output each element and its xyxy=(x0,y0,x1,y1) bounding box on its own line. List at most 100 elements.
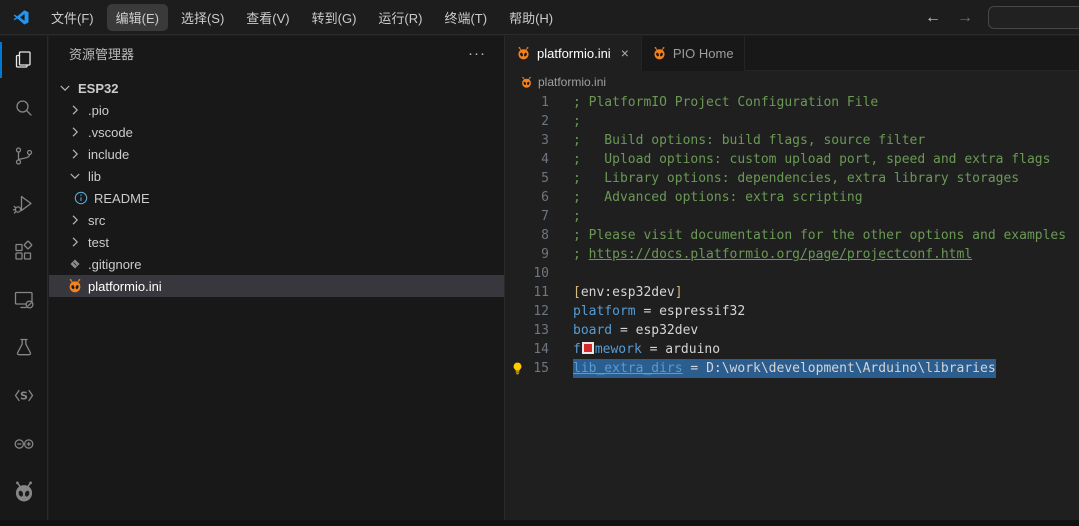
code-segment: mework xyxy=(595,342,642,357)
menu-item-5[interactable]: 运行(R) xyxy=(369,4,431,31)
gutter: 2 xyxy=(506,112,573,131)
tree-item-src[interactable]: src xyxy=(49,209,504,231)
tree-item-readme[interactable]: README xyxy=(49,187,504,209)
bulb-slot-empty xyxy=(510,114,528,130)
code-text[interactable]: ; https://docs.platformio.org/page/proje… xyxy=(573,245,972,264)
menu-item-7[interactable]: 帮助(H) xyxy=(500,4,562,31)
code-line-9[interactable]: 9; https://docs.platformio.org/page/proj… xyxy=(506,245,1079,264)
menu-item-2[interactable]: 选择(S) xyxy=(172,4,233,31)
bulb-slot-empty xyxy=(510,95,528,111)
tree-item-label: .gitignore xyxy=(88,257,141,272)
platformio-icon[interactable] xyxy=(0,468,48,516)
lightbulb-icon[interactable] xyxy=(510,361,528,377)
code-text[interactable]: ; Library options: dependencies, extra l… xyxy=(573,169,1019,188)
code-segment: ] xyxy=(675,285,683,300)
run-debug-icon[interactable] xyxy=(0,180,48,228)
line-number: 15 xyxy=(528,359,549,378)
tab-pio-home[interactable]: PIO Home xyxy=(642,36,745,71)
s-brackets-icon[interactable]: S xyxy=(0,372,48,420)
tree-item-vscode[interactable]: .vscode xyxy=(49,121,504,143)
code-text[interactable]: ; Build options: build flags, source fil… xyxy=(573,131,925,150)
bulb-slot-empty xyxy=(510,266,528,282)
code-text[interactable]: [env:esp32dev] xyxy=(573,283,683,302)
search-icon[interactable] xyxy=(0,84,48,132)
title-bar: 文件(F)编辑(E)选择(S)查看(V)转到(G)运行(R)终端(T)帮助(H)… xyxy=(0,0,1079,35)
menu-item-4[interactable]: 转到(G) xyxy=(303,4,366,31)
arduino-icon[interactable] xyxy=(0,420,48,468)
code-segment: platform xyxy=(573,304,636,319)
tree-item-esp32[interactable]: ESP32 xyxy=(49,77,504,99)
code-line-5[interactable]: 5; Library options: dependencies, extra … xyxy=(506,169,1079,188)
line-number: 7 xyxy=(528,207,549,226)
code-line-12[interactable]: 12 platform = espressif32 xyxy=(506,302,1079,321)
gutter: 14 xyxy=(506,340,573,359)
code-line-11[interactable]: 11 [env:esp32dev] xyxy=(506,283,1079,302)
line-number: 13 xyxy=(528,321,549,340)
code-text[interactable]: platform = espressif32 xyxy=(573,302,745,321)
menu-item-6[interactable]: 终端(T) xyxy=(435,4,496,31)
chevron-down-icon xyxy=(57,80,73,96)
tree-item-gitignore[interactable]: .gitignore xyxy=(49,253,504,275)
code-segment: ; Build options: build flags, source fil… xyxy=(573,133,925,148)
more-actions-icon[interactable]: ··· xyxy=(462,45,492,62)
code-line-4[interactable]: 4 ; Upload options: custom upload port, s… xyxy=(506,150,1079,169)
menu-bar: 文件(F)编辑(E)选择(S)查看(V)转到(G)运行(R)终端(T)帮助(H) xyxy=(40,0,564,34)
bulb-slot-empty xyxy=(510,209,528,225)
code-line-7[interactable]: 7; xyxy=(506,207,1079,226)
code-text[interactable]: lib_extra_dirs = D:\work\development\Ard… xyxy=(573,359,996,378)
tree-item-platformioini[interactable]: platformio.ini xyxy=(49,275,504,297)
tab-platformio-ini[interactable]: platformio.ini× xyxy=(506,36,642,71)
code-segment: = xyxy=(683,361,706,376)
vscode-logo-icon xyxy=(12,8,30,26)
test-beaker-icon[interactable] xyxy=(0,324,48,372)
extensions-icon[interactable] xyxy=(0,228,48,276)
git-diamond-icon xyxy=(67,256,83,272)
source-control-icon[interactable] xyxy=(0,132,48,180)
code-text[interactable]: ; xyxy=(573,207,581,226)
code-text[interactable]: ; Please visit documentation for the oth… xyxy=(573,226,1066,245)
forward-arrow-icon[interactable]: → xyxy=(957,9,973,27)
menu-item-3[interactable]: 查看(V) xyxy=(237,4,298,31)
menu-item-1[interactable]: 编辑(E) xyxy=(107,4,168,31)
code-text[interactable]: ; xyxy=(573,112,581,131)
chevron-right-icon xyxy=(67,102,83,118)
tree-item-include[interactable]: include xyxy=(49,143,504,165)
code-line-1[interactable]: 1; PlatformIO Project Configuration File xyxy=(506,93,1079,112)
tree-item-test[interactable]: test xyxy=(49,231,504,253)
code-segment: ; xyxy=(573,114,581,129)
tree-item-pio[interactable]: .pio xyxy=(49,99,504,121)
code-line-8[interactable]: 8; Please visit documentation for the ot… xyxy=(506,226,1079,245)
code-segment: https://docs.platformio.org/page/project… xyxy=(589,247,973,262)
code-line-15[interactable]: 15 lib_extra_dirs = D:\work\development\A… xyxy=(506,359,1079,378)
gutter: 6 xyxy=(506,188,573,207)
file-tree: ESP32.pio.vscodeincludelibREADME src test.… xyxy=(49,77,504,297)
tree-item-lib[interactable]: lib xyxy=(49,165,504,187)
files-icon[interactable] xyxy=(0,36,48,84)
code-line-10[interactable]: 10 xyxy=(506,264,1079,283)
menu-item-0[interactable]: 文件(F) xyxy=(42,4,103,31)
code-text[interactable]: ; Upload options: custom upload port, sp… xyxy=(573,150,1050,169)
line-number: 2 xyxy=(528,112,549,131)
code-text[interactable]: fmework = arduino xyxy=(573,340,720,359)
code-line-6[interactable]: 6; Advanced options: extra scripting xyxy=(506,188,1079,207)
close-icon[interactable]: × xyxy=(619,45,631,61)
code-text[interactable]: ; PlatformIO Project Configuration File xyxy=(573,93,878,112)
code-line-13[interactable]: 13 board = esp32dev xyxy=(506,321,1079,340)
line-number: 11 xyxy=(528,283,549,302)
remote-explorer-icon[interactable] xyxy=(0,276,48,324)
command-center-search-input[interactable] xyxy=(988,6,1079,29)
code-editor[interactable]: 1; PlatformIO Project Configuration File… xyxy=(506,93,1079,378)
code-text[interactable]: ; Advanced options: extra scripting xyxy=(573,188,863,207)
code-line-14[interactable]: 14 fmework = arduino xyxy=(506,340,1079,359)
code-line-3[interactable]: 3; Build options: build flags, source fi… xyxy=(506,131,1079,150)
code-text[interactable]: board = esp32dev xyxy=(573,321,698,340)
code-line-2[interactable]: 2; xyxy=(506,112,1079,131)
line-number: 4 xyxy=(528,150,549,169)
code-segment: ; Upload options: custom upload port, sp… xyxy=(573,152,1050,167)
tree-item-label: src xyxy=(88,213,105,228)
breadcrumb[interactable]: platformio.ini xyxy=(506,71,1079,93)
back-arrow-icon[interactable]: ← xyxy=(925,9,941,27)
line-number: 12 xyxy=(528,302,549,321)
gutter: 5 xyxy=(506,169,573,188)
line-number: 14 xyxy=(528,340,549,359)
